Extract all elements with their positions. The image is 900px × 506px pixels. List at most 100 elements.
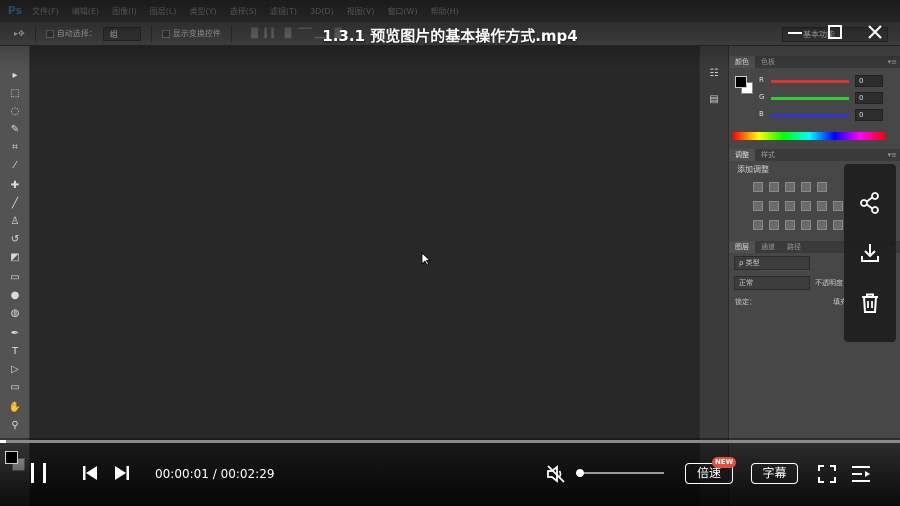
ps-menu-window[interactable]: 窗口(W) — [387, 6, 417, 17]
panel-menu-icon[interactable]: ▾≡ — [888, 149, 897, 161]
red-value-field[interactable]: 0 — [855, 75, 883, 87]
ps-menu-3d[interactable]: 3D(D) — [310, 7, 334, 16]
panel-foreground-swatch[interactable] — [735, 76, 747, 88]
ps-menu-select[interactable]: 选择(S) — [230, 6, 257, 17]
mute-button[interactable] — [546, 464, 566, 484]
ps-menu-file[interactable]: 文件(F) — [32, 6, 59, 17]
progress-fill — [0, 440, 7, 443]
new-badge: NEW — [712, 457, 737, 468]
path-select-tool-icon[interactable]: ▷ — [7, 362, 23, 378]
add-adjustment-heading: 添加调整 — [737, 165, 769, 174]
lasso-tool-icon[interactable]: ◌ — [7, 104, 23, 120]
panel-menu-icon[interactable]: ▾≡ — [888, 56, 897, 68]
adjustment-icons-row-1[interactable] — [753, 182, 827, 192]
ps-menubar: Ps 文件(F) 编辑(E) 图像(I) 图层(L) 类型(Y) 选择(S) 滤… — [0, 0, 900, 22]
blue-value-field[interactable]: 0 — [855, 109, 883, 121]
green-track[interactable] — [771, 97, 849, 100]
video-title: 1.3.1 预览图片的基本操作方式.mp4 — [322, 27, 578, 45]
quick-select-tool-icon[interactable]: ✎ — [7, 122, 23, 138]
healing-tool-icon[interactable]: ✚ — [7, 178, 23, 194]
ps-menu-layer[interactable]: 图层(L) — [150, 6, 177, 17]
gradient-tool-icon[interactable]: ▭ — [7, 270, 23, 286]
green-label: G — [759, 93, 765, 101]
delete-icon — [862, 293, 878, 313]
playlist-icon — [852, 466, 870, 482]
ps-menu-help[interactable]: 帮助(H) — [431, 6, 459, 17]
skip-next-icon — [115, 466, 129, 480]
tab-swatches[interactable]: 色板 — [755, 56, 781, 68]
blue-label: B — [759, 110, 764, 118]
maximize-button[interactable] — [824, 22, 846, 42]
lock-label: 锁定： — [735, 298, 756, 306]
share-button[interactable] — [858, 191, 882, 215]
brush-tool-icon[interactable]: ╱ — [7, 196, 23, 212]
history-brush-tool-icon[interactable]: ↺ — [7, 232, 23, 248]
pen-tool-icon[interactable]: ✒ — [7, 326, 23, 342]
close-button[interactable] — [864, 22, 886, 42]
blend-mode-dropdown[interactable]: 正常 — [734, 276, 810, 290]
dodge-tool-icon[interactable]: ◍ — [7, 306, 23, 322]
mouse-cursor-icon — [421, 252, 431, 266]
green-slider[interactable]: G 0 — [759, 92, 897, 106]
blur-tool-icon[interactable]: ● — [7, 288, 23, 304]
color-panel-tabs: 颜色 色板 ▾≡ — [729, 56, 900, 68]
type-tool-icon[interactable]: T — [7, 344, 23, 360]
color-spectrum-bar[interactable] — [733, 132, 885, 140]
skip-previous-icon — [83, 466, 97, 480]
layer-kind-filter[interactable]: ρ 类型 — [734, 256, 810, 270]
hand-tool-icon[interactable]: ✋ — [7, 400, 23, 416]
playlist-button[interactable] — [851, 465, 871, 483]
ps-toolbar: ▸ ⬚ ◌ ✎ ⌗ ⁄ ✚ ╱ ♙ ↺ ◩ ▭ ● ◍ ✒ T ▷ ▭ ✋ ⚲ — [0, 46, 30, 506]
volume-slider-knob[interactable] — [576, 469, 584, 477]
download-button[interactable] — [858, 241, 882, 265]
ps-menu-edit[interactable]: 编辑(E) — [72, 6, 99, 17]
eyedropper-tool-icon[interactable]: ⁄ — [7, 158, 23, 174]
maximize-icon — [828, 25, 842, 39]
player-control-bar: 00:00:01 / 00:02:29 倍速 NEW 字幕 — [0, 438, 900, 506]
ps-canvas-area[interactable] — [30, 46, 699, 506]
share-icon — [860, 192, 879, 214]
marquee-tool-icon[interactable]: ⬚ — [7, 86, 23, 102]
subtitle-button[interactable]: 字幕 — [751, 463, 798, 484]
next-button[interactable] — [112, 465, 132, 481]
tab-layers[interactable]: 图层 — [729, 241, 755, 253]
shape-tool-icon[interactable]: ▭ — [7, 380, 23, 396]
close-icon — [868, 25, 882, 39]
zoom-tool-icon[interactable]: ⚲ — [7, 418, 23, 434]
ps-mini-dock: ☷ ▤ — [699, 46, 728, 506]
crop-tool-icon[interactable]: ⌗ — [7, 140, 23, 156]
eraser-tool-icon[interactable]: ◩ — [7, 250, 23, 266]
tab-paths[interactable]: 路径 — [781, 241, 807, 253]
red-slider[interactable]: R 0 — [759, 75, 897, 89]
adjustment-icons-row-2[interactable] — [753, 201, 843, 211]
tab-color[interactable]: 颜色 — [729, 56, 755, 68]
foreground-color-swatch[interactable] — [5, 451, 18, 464]
properties-panel-icon[interactable]: ▤ — [704, 90, 724, 110]
photoshop-window: Ps 文件(F) 编辑(E) 图像(I) 图层(L) 类型(Y) 选择(S) 滤… — [0, 0, 900, 506]
pause-button[interactable] — [28, 462, 50, 484]
side-action-panel — [844, 164, 896, 342]
stamp-tool-icon[interactable]: ♙ — [7, 214, 23, 230]
delete-button[interactable] — [858, 291, 882, 315]
red-label: R — [759, 76, 764, 84]
blue-slider[interactable]: B 0 — [759, 109, 897, 123]
tab-styles[interactable]: 样式 — [755, 149, 781, 161]
progress-bar[interactable] — [0, 440, 900, 443]
red-track[interactable] — [771, 80, 849, 83]
adjustment-icons-row-3[interactable] — [753, 220, 843, 230]
minimize-button[interactable] — [784, 22, 806, 42]
volume-slider[interactable] — [576, 469, 664, 477]
blue-track[interactable] — [771, 114, 849, 117]
tab-channels[interactable]: 通道 — [755, 241, 781, 253]
fullscreen-button[interactable] — [818, 465, 836, 483]
move-tool-icon[interactable]: ▸ — [7, 68, 23, 84]
ps-menu-filter[interactable]: 滤镜(T) — [270, 6, 297, 17]
history-panel-icon[interactable]: ☷ — [704, 64, 724, 84]
green-value-field[interactable]: 0 — [855, 92, 883, 104]
ps-menu-view[interactable]: 视图(V) — [347, 6, 375, 17]
previous-button[interactable] — [80, 465, 100, 481]
ps-menu-image[interactable]: 图像(I) — [112, 6, 137, 17]
tab-adjustments[interactable]: 调整 — [729, 149, 755, 161]
adjust-panel-tabs: 调整 样式 ▾≡ — [729, 149, 900, 161]
ps-menu-type[interactable]: 类型(Y) — [189, 6, 216, 17]
